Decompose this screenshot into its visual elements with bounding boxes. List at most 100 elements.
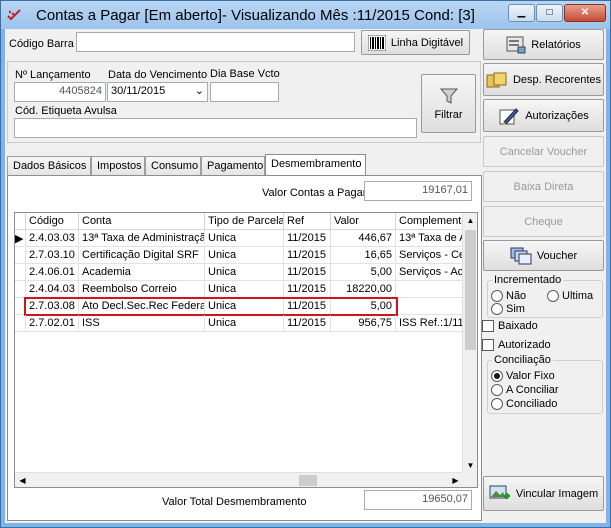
cheque-button[interactable]: Cheque [483, 206, 604, 237]
vincular-imagem-button[interactable]: Vincular Imagem [483, 476, 604, 511]
scroll-right-icon[interactable]: ▶ [448, 474, 463, 487]
baixado-box[interactable] [482, 320, 494, 332]
cell-tipo[interactable]: Unica [205, 230, 284, 247]
scroll-down-icon[interactable]: ▼ [465, 458, 476, 473]
filtrar-button[interactable]: Filtrar [421, 74, 476, 133]
cell-tipo[interactable]: Unica [205, 281, 284, 298]
autorizado-checkbox[interactable]: Autorizado [482, 339, 551, 351]
cell-conta[interactable]: 13ª Taxa de Administraçã [79, 230, 205, 247]
tab-impostos[interactable]: Impostos [91, 156, 145, 175]
cell-valor[interactable]: 5,00 [331, 264, 396, 281]
maximize-button[interactable]: □ [536, 4, 563, 22]
cancelar-voucher-button[interactable]: Cancelar Voucher [483, 136, 604, 167]
cell-complemento[interactable]: 13ª Taxa de A [396, 230, 463, 247]
cell-tipo[interactable]: Unica [205, 247, 284, 264]
cell-codigo[interactable]: 2.7.03.10 [26, 247, 79, 264]
scroll-up-icon[interactable]: ▲ [465, 213, 476, 228]
radio-a-conciliar[interactable]: A Conciliar [491, 384, 559, 396]
vertical-scroll-thumb[interactable] [465, 230, 476, 350]
cell-codigo[interactable]: 2.7.02.01 [26, 315, 79, 332]
radio-sim-dot[interactable] [491, 303, 503, 315]
cell-tipo[interactable]: Unica [205, 315, 284, 332]
radio-sim[interactable]: Sim [491, 303, 525, 315]
baixado-checkbox[interactable]: Baixado [482, 320, 538, 332]
relatorios-button[interactable]: Relatórios [483, 29, 604, 60]
cell-ref[interactable]: 11/2015 [284, 247, 331, 264]
radio-conciliado[interactable]: Conciliado [491, 398, 557, 410]
tab-consumo[interactable]: Consumo [145, 156, 201, 175]
cell-valor[interactable]: 956,75 [331, 315, 396, 332]
minimize-button[interactable]: ▁ [508, 4, 535, 22]
cell-ref[interactable]: 11/2015 [284, 298, 331, 315]
close-button[interactable]: ✕ [564, 4, 606, 22]
autorizacoes-button[interactable]: Autorizações [483, 99, 604, 132]
cell-complemento[interactable]: Serviços - Cer [396, 247, 463, 264]
column-header-tipo-parcela[interactable]: Tipo de Parcela [205, 213, 284, 230]
cell-tipo[interactable]: Unica [205, 264, 284, 281]
scroll-left-icon[interactable]: ◀ [15, 474, 30, 487]
desp-recorrentes-button[interactable]: Desp. Recorentes [483, 63, 604, 96]
cell-codigo[interactable]: 2.7.03.08 [26, 298, 79, 315]
cell-complemento[interactable]: Serviços - Aca [396, 264, 463, 281]
linha-digitavel-button[interactable]: Linha Digitável [361, 30, 470, 55]
cell-ref[interactable]: 11/2015 [284, 315, 331, 332]
cell-valor[interactable]: 16,65 [331, 247, 396, 264]
chevron-down-icon[interactable]: ⌄ [195, 84, 204, 97]
cell-complemento[interactable]: ISS Ref.:1/11 [396, 315, 463, 332]
cell-complemento[interactable] [396, 298, 463, 315]
radio-nao[interactable]: Não [491, 290, 526, 302]
horizontal-scrollbar[interactable]: ◀ ▶ [15, 472, 463, 487]
horizontal-scroll-thumb[interactable] [299, 475, 317, 486]
radio-valor-fixo-dot[interactable] [491, 370, 503, 382]
table-row[interactable]: 2.7.02.01 ISS Unica 11/2015 956,75 ISS R… [15, 315, 463, 332]
valor-total-input[interactable]: 19650,07 [364, 490, 472, 510]
tab-desmembramento[interactable]: Desmembramento [265, 154, 366, 175]
cell-conta[interactable]: Certificação Digital SRF [79, 247, 205, 264]
radio-ultima-dot[interactable] [547, 290, 559, 302]
dia-base-input[interactable] [210, 82, 279, 102]
column-header-ref[interactable]: Ref [284, 213, 331, 230]
cell-ref[interactable]: 11/2015 [284, 230, 331, 247]
vertical-scrollbar[interactable]: ▲ ▼ [462, 213, 477, 473]
radio-nao-dot[interactable] [491, 290, 503, 302]
n-lancamento-input[interactable]: 4405824 [14, 82, 106, 102]
cell-conta[interactable]: Ato Decl.Sec.Rec Federa [79, 298, 205, 315]
cell-conta[interactable]: ISS [79, 315, 205, 332]
cell-ref[interactable]: 11/2015 [284, 281, 331, 298]
column-header-complemento[interactable]: Complemento [396, 213, 463, 230]
radio-conciliado-dot[interactable] [491, 398, 503, 410]
cell-valor[interactable]: 446,67 [331, 230, 396, 247]
cell-complemento[interactable] [396, 281, 463, 298]
tab-dados-basicos[interactable]: Dados Básicos [7, 156, 91, 175]
autorizado-box[interactable] [482, 339, 494, 351]
title-bar[interactable]: Contas a Pagar [Em aberto]- Visualizando… [1, 1, 610, 29]
voucher-button[interactable]: Voucher [483, 240, 604, 271]
table-row[interactable]: 2.7.03.10 Certificação Digital SRF Unica… [15, 247, 463, 264]
column-header-valor[interactable]: Valor [331, 213, 396, 230]
cell-valor[interactable]: 5,00 [331, 298, 396, 315]
table-row-highlighted[interactable]: 2.7.03.08 Ato Decl.Sec.Rec Federa Unica … [15, 297, 463, 316]
table-row[interactable]: ▶ 2.4.03.03 13ª Taxa de Administraçã Uni… [15, 230, 463, 247]
cell-codigo[interactable]: 2.4.04.03 [26, 281, 79, 298]
valor-total-label: Valor Total Desmembramento [162, 496, 307, 508]
cell-ref[interactable]: 11/2015 [284, 264, 331, 281]
radio-ultima[interactable]: Ultima [547, 290, 593, 302]
codigo-barra-input[interactable] [76, 32, 355, 52]
table-row[interactable]: 2.4.06.01 Academia Unica 11/2015 5,00 Se… [15, 264, 463, 281]
cell-codigo[interactable]: 2.4.06.01 [26, 264, 79, 281]
data-vencimento-picker[interactable]: 30/11/2015 ⌄ [107, 82, 208, 102]
cell-valor[interactable]: 18220,00 [331, 281, 396, 298]
etiqueta-input[interactable] [14, 118, 417, 138]
column-header-conta[interactable]: Conta [79, 213, 205, 230]
baixa-direta-button[interactable]: Baixa Direta [483, 171, 604, 202]
valor-contas-input[interactable]: 19167,01 [364, 181, 472, 201]
radio-valor-fixo[interactable]: Valor Fixo [491, 370, 555, 382]
cell-conta[interactable]: Reembolso Correio [79, 281, 205, 298]
tab-pagamento[interactable]: Pagamento [201, 156, 265, 175]
cell-codigo[interactable]: 2.4.03.03 [26, 230, 79, 247]
table-row[interactable]: 2.4.04.03 Reembolso Correio Unica 11/201… [15, 281, 463, 298]
column-header-codigo[interactable]: Código [26, 213, 79, 230]
radio-a-conciliar-dot[interactable] [491, 384, 503, 396]
cell-tipo[interactable]: Unica [205, 298, 284, 315]
cell-conta[interactable]: Academia [79, 264, 205, 281]
